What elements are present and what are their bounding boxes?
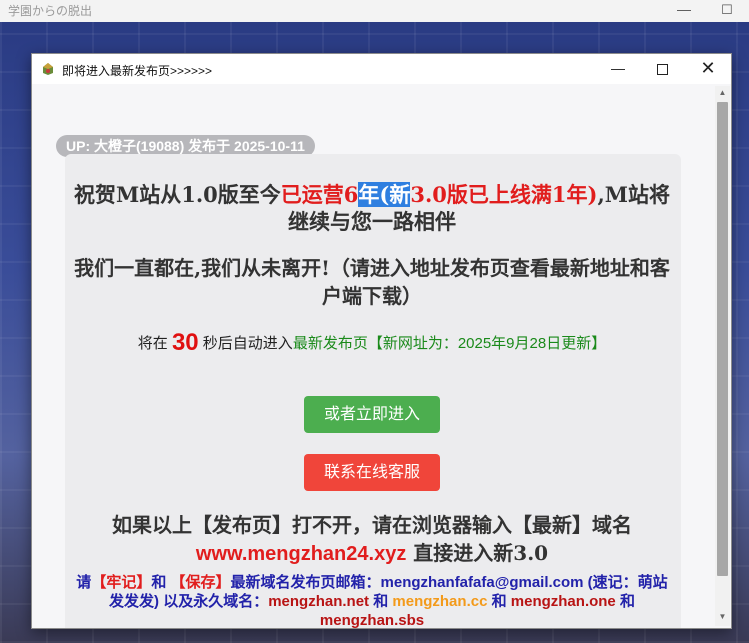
background-window-title: 学園からの脱出 [8,4,93,18]
app-icon [43,63,53,75]
headline-part-2: 已运营6 [280,182,359,207]
maximize-icon [656,64,668,75]
note-text-2: 和 [151,574,171,591]
scroll-up-arrow-icon[interactable]: ▲ [715,88,730,100]
headline-part-3: 3.0版已上线满1年) [410,182,598,207]
background-minimize-button[interactable]: — [674,0,694,20]
countdown-middle: 秒后自动进入 [198,335,293,352]
domain-link-3[interactable]: mengzhan.one [511,593,616,610]
dialog-title: 即将进入最新发布页>>>>>> [62,64,213,78]
dialog-minimize-button[interactable]: — [606,58,630,80]
domain-link-2[interactable]: mengzhan.cc [392,593,487,610]
fallback-url[interactable]: www.mengzhan24.xyz [196,543,406,565]
enter-now-button[interactable]: 或者立即进入 [304,396,440,433]
fallback-instructions: 如果以上【发布页】打不开，请在浏览器输入【最新】域名 www.mengzhan2… [72,511,672,568]
dialog-titlebar: 即将进入最新发布页>>>>>> — ✕ [32,54,731,84]
note-and-3: 和 [615,593,635,610]
scroll-down-arrow-icon[interactable]: ▼ [715,612,730,624]
domain-link-1[interactable]: mengzhan.net [268,593,369,610]
note-remember: 【牢记】 [91,574,152,591]
headline-selected-text: 年(新 [358,182,411,207]
release-page-link[interactable]: 最新发布页【新网址为：2025年9月28日更新】 [293,335,606,352]
fallback-text-2: 直接进入新3.0 [406,541,549,565]
countdown-seconds: 30 [171,329,199,356]
sub-headline: 我们一直都在,我们从未离开!（请进入地址发布页查看最新地址和客户端下载） [74,256,670,308]
vertical-scrollbar[interactable]: ▲ ▼ [715,86,730,626]
background-maximize-button[interactable]: ☐ [717,0,737,20]
page-content: UP: 大橙子(19088) 发布于 2025-10-11 祝贺M站从1.0版至… [32,84,715,628]
background-titlebar: 学園からの脱出 — ☐ [0,0,749,22]
countdown-prefix: 将在 [137,335,172,352]
countdown-line: 将在 30 秒后自动进入最新发布页【新网址为：2025年9月28日更新】 [72,329,672,357]
dialog-maximize-button[interactable] [650,58,674,80]
headline-part-1: 祝贺M站从1.0版至今 [74,182,281,207]
domain-note: 请【牢记】和 【保存】最新域名发布页邮箱：mengzhanfafafa@gmai… [72,573,672,628]
scroll-thumb[interactable] [717,102,728,576]
redirect-dialog: 即将进入最新发布页>>>>>> — ✕ UP: 大橙子(19088) 发布于 2… [31,53,732,629]
dialog-close-button[interactable]: ✕ [696,58,720,80]
customer-service-button[interactable]: 联系在线客服 [304,454,440,491]
note-save: 【保存】 [170,574,231,591]
fallback-text-1: 如果以上【发布页】打不开，请在浏览器输入【最新】域名 [112,513,632,537]
note-text-1: 请 [76,574,92,591]
congratulation-headline: 祝贺M站从1.0版至今已运营6年(新3.0版已上线满1年),M站将继续与您一路相… [72,181,672,235]
note-and-1: 和 [369,593,393,610]
domain-link-4[interactable]: mengzhan.sbs [320,612,424,628]
note-and-2: 和 [487,593,511,610]
